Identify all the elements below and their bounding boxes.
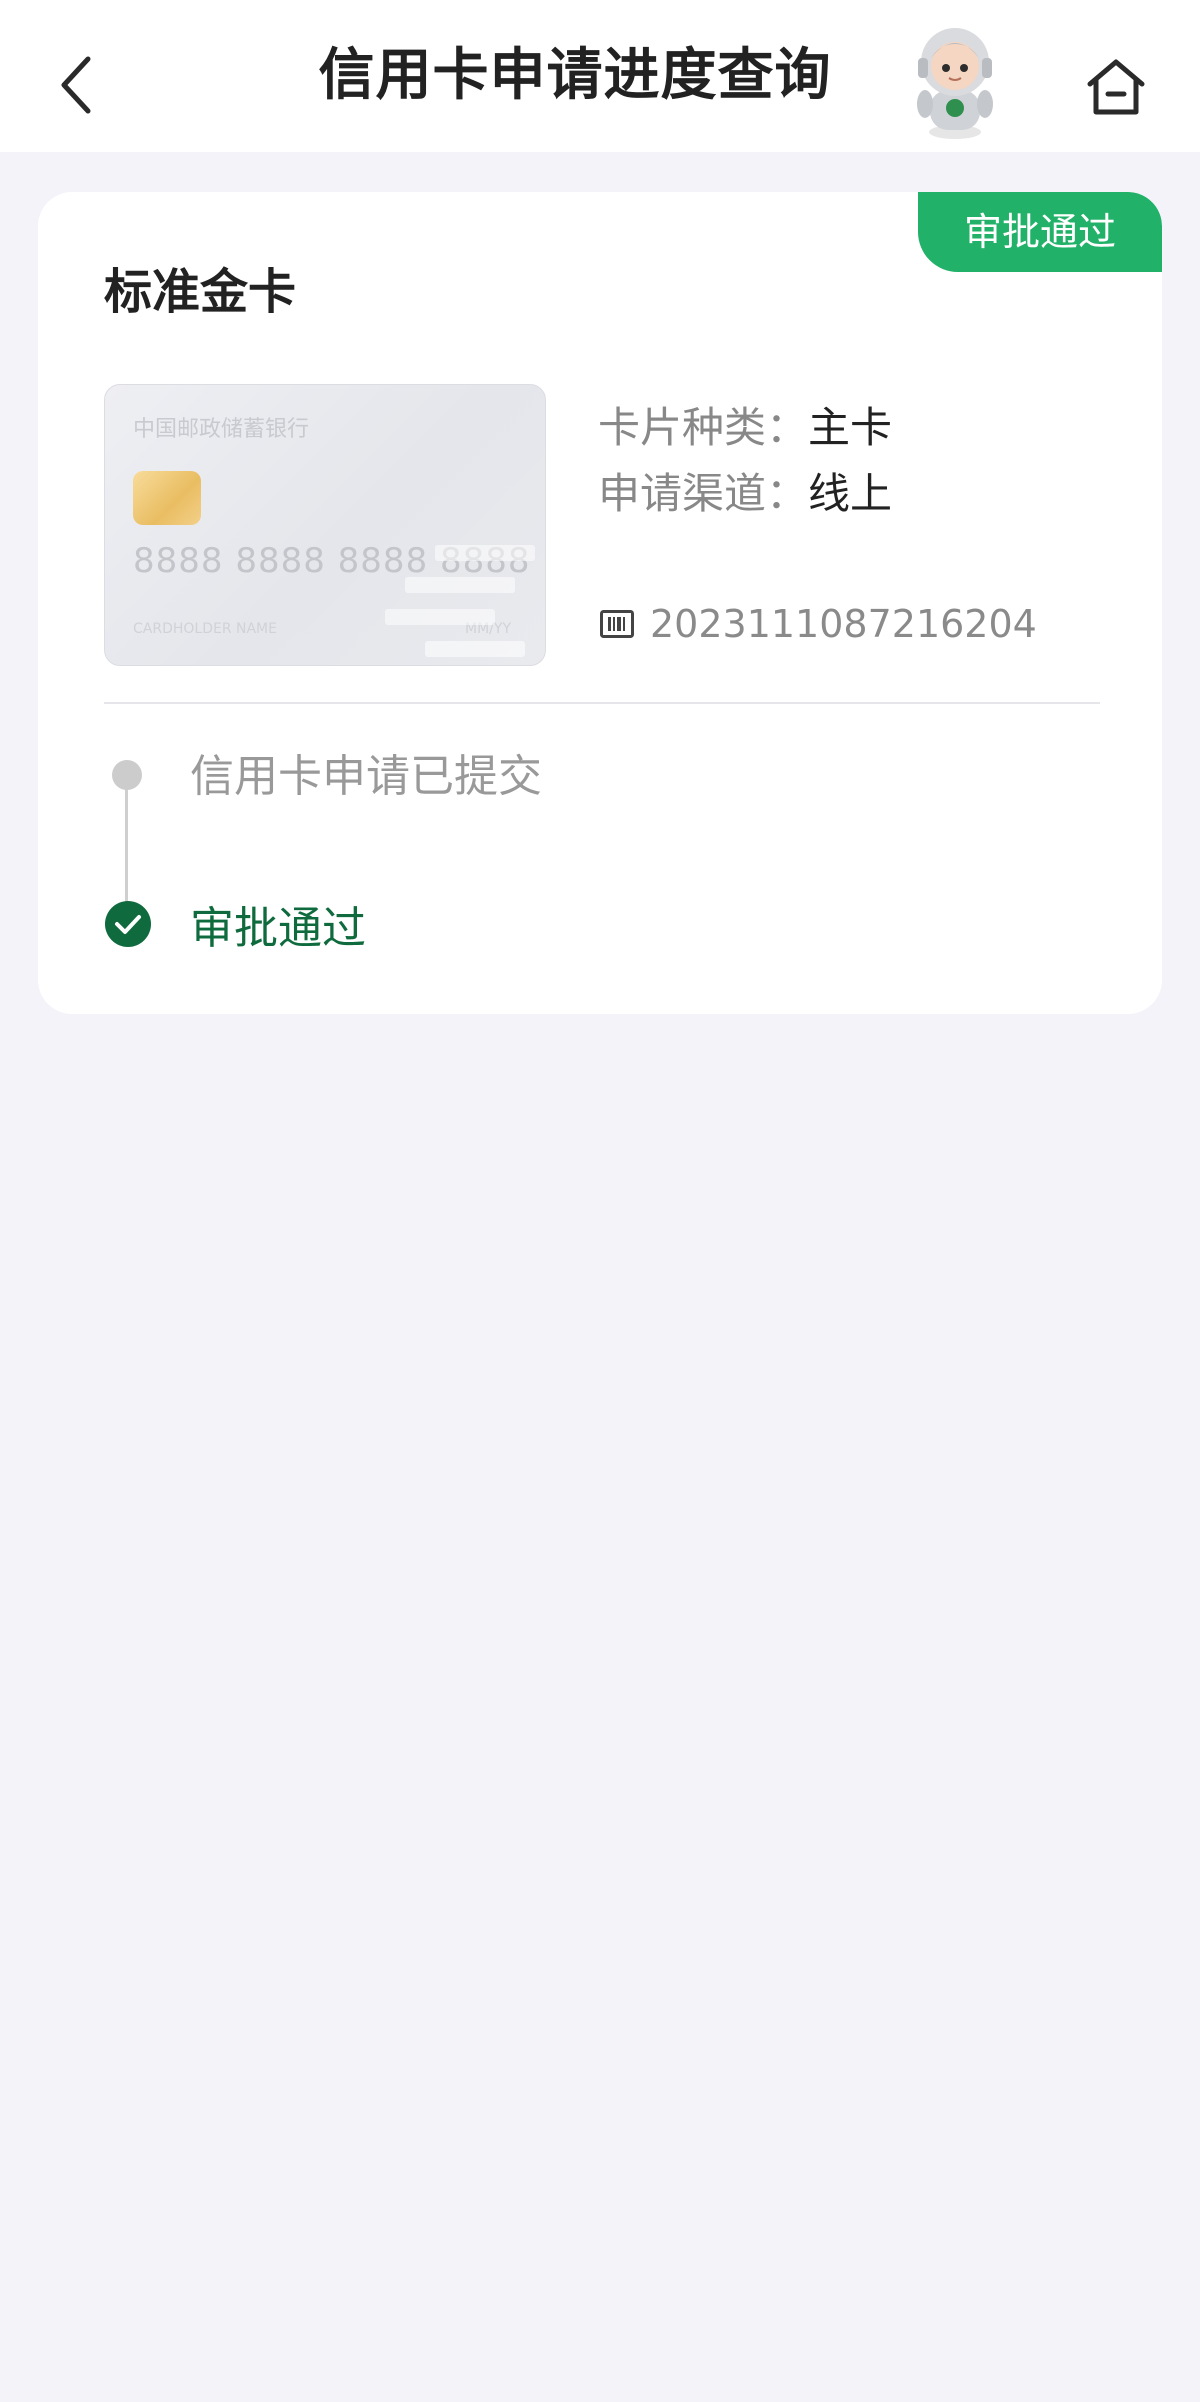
credit-card-image: 中国邮政储蓄银行 8888 8888 8888 8888 CARDHOLDER …	[104, 384, 546, 666]
card-type-label: 卡片种类：	[598, 403, 809, 452]
card-bank-name: 中国邮政储蓄银行	[133, 417, 310, 442]
channel-row: 申请渠道：线上	[598, 460, 892, 521]
application-card[interactable]: 审批通过 标准金卡 中国邮政储蓄银行 8888 8888 8888 8888 C…	[38, 192, 1162, 1014]
timeline-connector	[125, 778, 128, 908]
application-number-row: 2023111087216204	[600, 602, 1037, 646]
robot-mascot-icon[interactable]	[900, 22, 1010, 142]
bank-logo-watermark-icon	[385, 545, 535, 657]
top-nav-bar: 信用卡申请进度查询	[0, 0, 1200, 152]
card-holder-label: CARDHOLDER NAME	[133, 621, 277, 637]
card-chip-icon	[133, 471, 201, 525]
card-type-value: 主卡	[808, 403, 893, 452]
application-number: 2023111087216204	[650, 602, 1037, 646]
home-button[interactable]	[1080, 50, 1152, 122]
check-circle-icon	[105, 901, 151, 947]
card-type-row: 卡片种类：主卡	[598, 394, 892, 455]
home-icon	[1087, 59, 1145, 115]
barcode-icon	[600, 610, 634, 638]
timeline-step-approved: 审批通过	[190, 903, 366, 954]
channel-label: 申请渠道：	[598, 469, 809, 518]
timeline-step-submitted: 信用卡申请已提交	[190, 751, 542, 802]
status-badge: 审批通过	[918, 192, 1162, 272]
divider	[104, 702, 1100, 704]
channel-value: 线上	[808, 469, 893, 518]
timeline-dot-icon	[112, 760, 142, 790]
card-product-name: 标准金卡	[104, 264, 297, 320]
